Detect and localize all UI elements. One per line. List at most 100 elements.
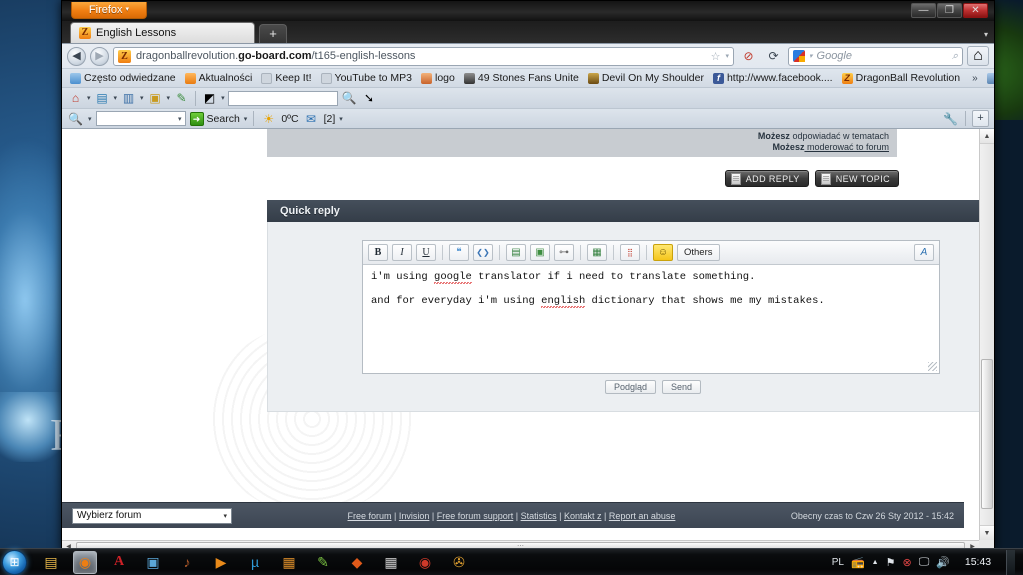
pointer-icon[interactable]: ➘ (361, 90, 378, 107)
smilies-button[interactable]: ☺ (653, 244, 673, 261)
search-go-button[interactable]: ➜ Search (189, 111, 240, 126)
colors-icon[interactable]: ◩ (201, 90, 218, 107)
bookmark-star-icon[interactable]: ☆ (711, 50, 721, 63)
send-button[interactable]: Send (662, 380, 702, 394)
taskbar-item-tool[interactable]: ✇ (447, 551, 471, 574)
scroll-up-button[interactable]: ▲ (980, 129, 994, 144)
bold-button[interactable]: B (368, 244, 388, 261)
new-tab-button[interactable]: + (259, 24, 287, 43)
link-button[interactable]: ⊶ (554, 244, 574, 261)
forward-button[interactable]: ▶ (90, 46, 109, 66)
taskbar-item-explorer[interactable]: ▤ (39, 551, 63, 574)
taskbar-clock[interactable]: 15:43 (957, 556, 999, 568)
footer-link-free-forum[interactable]: Free forum (348, 511, 392, 521)
flag-icon[interactable]: ⚑ (886, 556, 896, 569)
bookmark-devil-on-my-shoulder[interactable]: Devil On My Shoulder (585, 71, 707, 85)
chevron-down-icon[interactable]: ▾ (87, 94, 91, 102)
taskbar-item-steam[interactable]: ◉ (413, 551, 437, 574)
add-button[interactable]: + (972, 110, 989, 127)
show-hidden-icon[interactable]: ▲ (872, 559, 879, 566)
maximize-button[interactable]: ❐ (937, 3, 962, 18)
footer-link-report-abuse[interactable]: Report an abuse (609, 511, 676, 521)
taskbar-item-video-editor[interactable]: ▦ (277, 551, 301, 574)
tab-english-lessons[interactable]: Z English Lessons (70, 22, 255, 43)
chevron-down-icon[interactable]: ▾ (244, 115, 248, 123)
preview-button[interactable]: Podgląd (604, 380, 656, 394)
network-error-icon[interactable]: ⊗ (902, 556, 911, 569)
footer-link-free-forum-support[interactable]: Free forum support (437, 511, 514, 521)
bookmark-49-stones-fans-unite[interactable]: 49 Stones Fans Unite (461, 71, 582, 85)
monitor-icon[interactable]: 🖵 (919, 556, 930, 569)
taskbar-item-firefox[interactable]: ◉ (73, 550, 97, 574)
document-icon[interactable]: ▥ (120, 90, 137, 107)
add-reply-button[interactable]: ADD REPLY (724, 170, 809, 187)
color-button[interactable]: ⣿ (620, 244, 640, 261)
bookmarks-overflow-icon[interactable]: » (969, 73, 981, 84)
taskbar-item-calculator[interactable]: ▦ (379, 551, 403, 574)
taskbar-item-winamp[interactable]: ♪ (175, 551, 199, 574)
vertical-scroll-thumb[interactable] (981, 359, 993, 509)
permission-link[interactable]: moderować to forum (804, 142, 889, 152)
chevron-down-icon[interactable]: ▾ (339, 115, 343, 123)
taskbar-item-utorrent[interactable]: µ (243, 551, 267, 574)
close-button[interactable]: ✕ (963, 3, 988, 18)
start-button[interactable]: ⊞ (2, 549, 27, 575)
image-button[interactable]: ▣ (530, 244, 550, 261)
home-icon[interactable]: ⌂ (67, 90, 84, 107)
new-topic-button[interactable]: NEW TOPIC (814, 170, 899, 187)
page-icon[interactable]: ▤ (94, 90, 111, 107)
home-button[interactable]: ⌂ (967, 46, 989, 66)
vertical-scrollbar[interactable]: ▲ ▼ (979, 129, 994, 540)
bookmark-facebook[interactable]: f http://www.facebook.... (710, 71, 836, 85)
address-bar[interactable]: Z dragonballrevolution.go-board.com/t165… (113, 46, 734, 66)
taskbar-item-photo[interactable]: ▣ (141, 551, 165, 574)
volume-icon[interactable]: 🔊 (936, 556, 950, 569)
show-desktop-button[interactable] (1006, 549, 1015, 575)
code-button[interactable]: ❮❯ (473, 244, 493, 261)
bookmark-keep-it[interactable]: Keep It! (258, 71, 314, 85)
bookmark-youtube-to-mp3[interactable]: YouTube to MP3 (318, 71, 415, 85)
chevron-down-icon[interactable]: ▾ (88, 115, 92, 123)
message-textarea[interactable]: i'm using google translator if i need to… (363, 265, 939, 373)
taskbar-item-paint[interactable]: ✎ (311, 551, 335, 574)
clipboard-icon[interactable]: ▣ (147, 90, 164, 107)
underline-button[interactable]: U (416, 244, 436, 261)
others-button[interactable]: Others (677, 244, 720, 261)
footer-link-kontakt[interactable]: Kontakt z (564, 511, 602, 521)
select-forum-dropdown[interactable]: Wybierz forum ▾ (72, 507, 232, 524)
table-button[interactable]: ▦ (587, 244, 607, 261)
back-button[interactable]: ◀ (67, 46, 86, 66)
font-style-button[interactable]: A (914, 244, 934, 261)
minimize-button[interactable]: — (911, 3, 936, 18)
taskbar-item-acrobat[interactable]: A (107, 551, 131, 574)
bookmark-czesto-odwiedzane[interactable]: Często odwiedzane (67, 71, 179, 85)
chevron-down-icon[interactable]: ▾ (725, 52, 729, 60)
bookmark-logo[interactable]: logo (418, 71, 458, 85)
chevron-down-icon[interactable]: ▾ (221, 94, 225, 102)
mail-icon[interactable]: ✉ (303, 110, 320, 127)
search-dropdown[interactable]: ▾ (95, 111, 186, 126)
find-icon[interactable]: 🔍 (341, 90, 358, 107)
taskbar-item-media-player[interactable]: ▶ (209, 551, 233, 574)
italic-button[interactable]: I (392, 244, 412, 261)
taskbar-item-flame[interactable]: ◆ (345, 551, 369, 574)
footer-link-statistics[interactable]: Statistics (521, 511, 557, 521)
footer-link-invision[interactable]: Invision (399, 511, 430, 521)
chevron-down-icon[interactable]: ▾ (809, 52, 813, 60)
extension-text-input[interactable] (227, 90, 338, 106)
sun-icon[interactable]: ☀ (260, 110, 277, 127)
bookmark-dragonball-revolution[interactable]: Z DragonBall Revolution (839, 71, 963, 85)
search-icon[interactable]: 🔍 (67, 110, 84, 127)
notepad-icon[interactable]: ✎ (173, 90, 190, 107)
bookmark-aktualnosci[interactable]: Aktualności (182, 71, 256, 85)
list-all-tabs-icon[interactable]: ▾ (984, 30, 994, 43)
quote-button[interactable]: ❝ (449, 244, 469, 261)
reload-button[interactable]: ⟳ (763, 46, 784, 66)
bookmarks-folder[interactable]: Zakładki (984, 71, 994, 85)
chevron-down-icon[interactable]: ▾ (167, 94, 171, 102)
language-indicator[interactable]: PL (832, 557, 844, 568)
wrench-icon[interactable]: 🔧 (942, 110, 959, 127)
chevron-down-icon[interactable]: ▾ (114, 94, 118, 102)
block-icon[interactable]: ⊘ (738, 46, 759, 66)
chevron-down-icon[interactable]: ▾ (140, 94, 144, 102)
